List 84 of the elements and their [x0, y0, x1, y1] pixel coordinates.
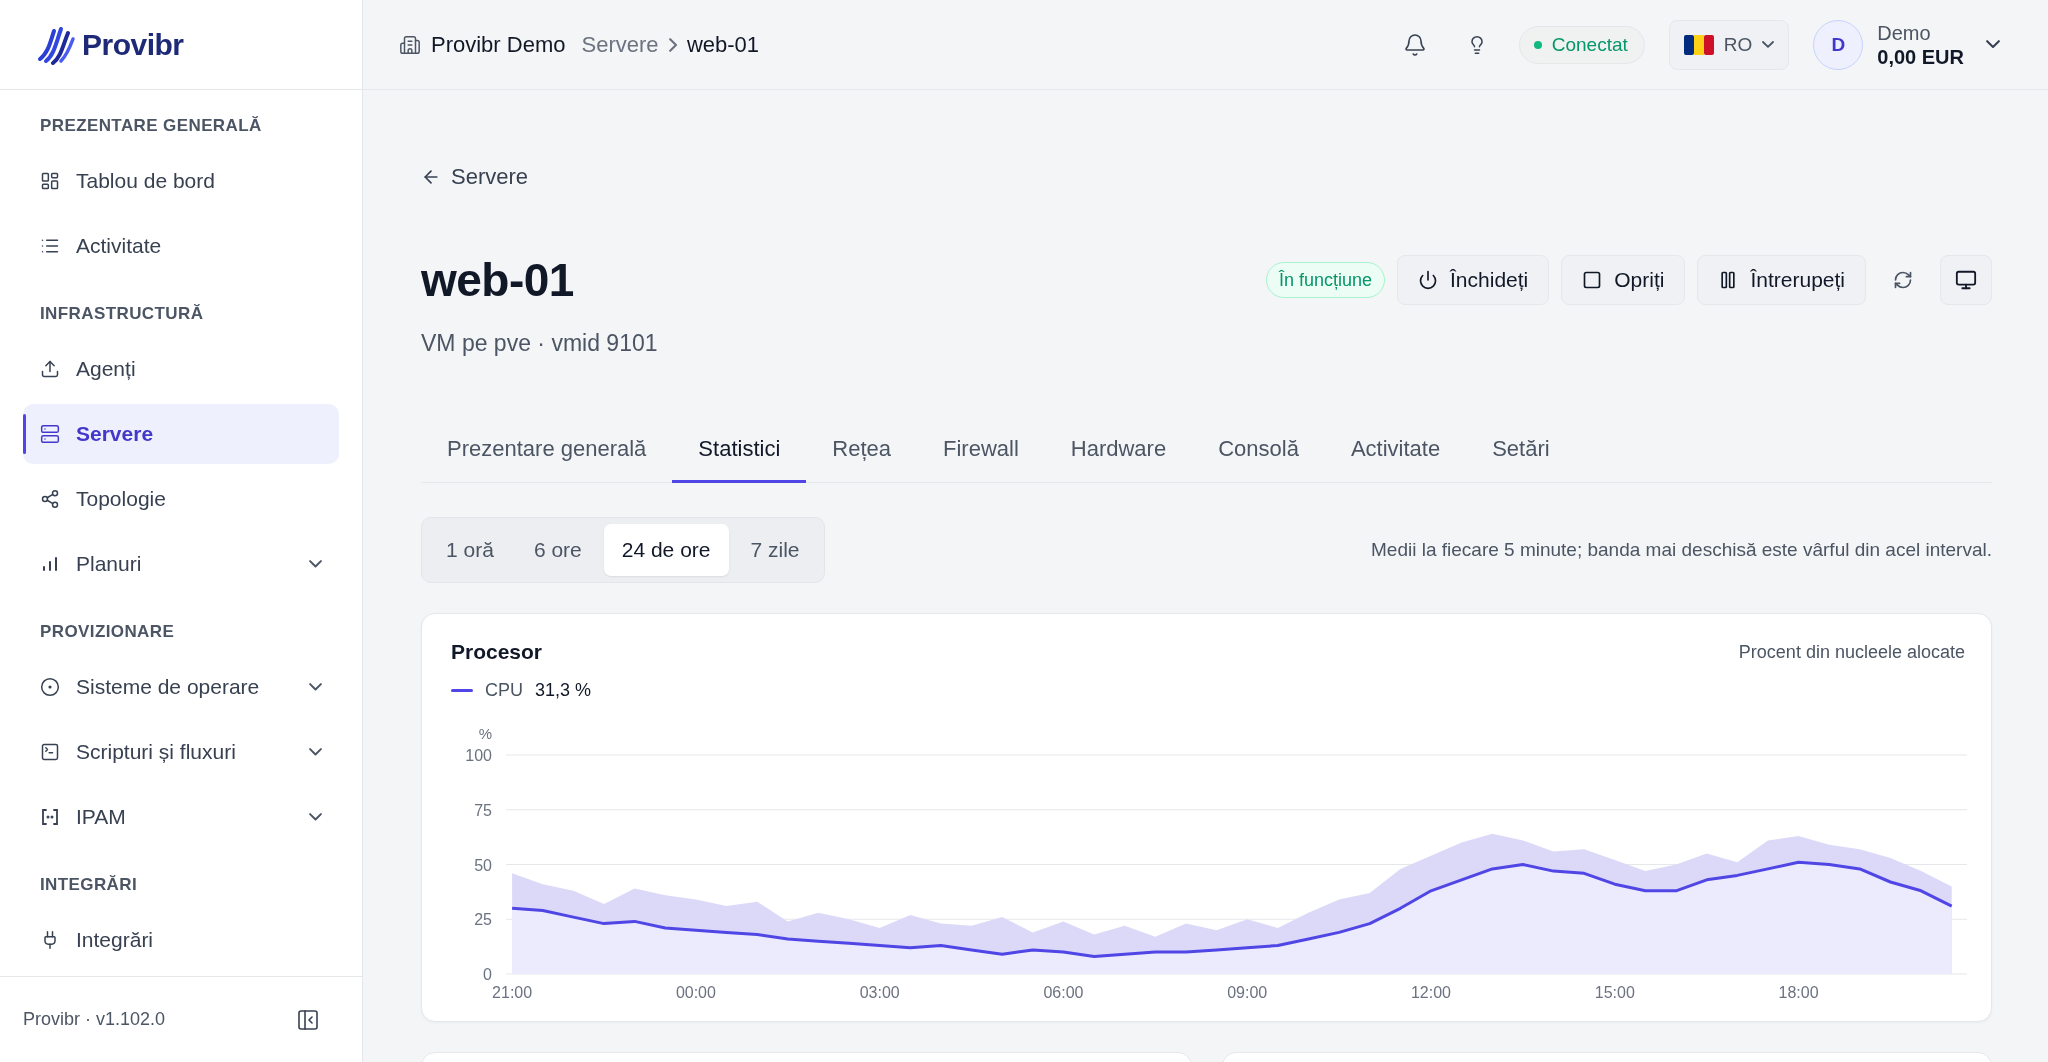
version-text: Provibr · v1.102.0 — [23, 1009, 166, 1030]
nav-item[interactable]: Integrări — [23, 910, 339, 970]
range-option[interactable]: 6 ore — [515, 524, 600, 576]
legend-value: 31,3 % — [535, 680, 592, 701]
y-tick-label: 75 — [474, 801, 492, 819]
back-link[interactable]: Servere — [421, 164, 529, 190]
nodes-icon — [40, 489, 60, 509]
section-heading: PREZENTARE GENERALĂ — [39, 115, 263, 137]
brackets-icon — [40, 807, 60, 827]
tab[interactable]: Setări — [1466, 417, 1576, 483]
nav-item[interactable]: Tablou de bord — [23, 151, 339, 211]
nav-item[interactable]: Agenți — [23, 339, 339, 399]
language-selector[interactable]: RO — [1668, 19, 1790, 70]
breadcrumb-item: web-01 — [686, 31, 760, 58]
breadcrumb-item[interactable]: Servere — [581, 31, 659, 58]
console-button[interactable] — [1940, 255, 1992, 305]
flag-icon — [1683, 34, 1714, 55]
section-heading: INFRASTRUCTURĂ — [39, 303, 205, 325]
action-button[interactable]: Opriți — [1561, 255, 1686, 305]
dashboard-icon — [40, 171, 60, 191]
chevron-down-icon — [1762, 40, 1775, 49]
power-icon — [1418, 270, 1439, 290]
status-badge: În funcțiune — [1265, 262, 1386, 298]
tab[interactable]: Activitate — [1324, 417, 1467, 483]
nav-item[interactable]: Scripturi și fluxuri — [23, 722, 339, 782]
square-icon — [1582, 270, 1603, 290]
x-tick-label: 06:00 — [1043, 984, 1084, 1001]
y-tick-label: 100 — [465, 747, 492, 764]
server-icon — [40, 424, 60, 444]
range-note: Medii la fiecare 5 minute; banda mai deschisă este vârful din acel interval. — [1371, 539, 1992, 561]
tab[interactable]: Firewall — [917, 417, 1045, 483]
logo-text: Provibr — [82, 27, 184, 62]
connection-status: Conectat — [1518, 25, 1645, 64]
page-subtitle: VM pe pve · vmid 9101 — [421, 330, 659, 357]
x-tick-label: 00:00 — [675, 984, 716, 1001]
x-tick-label: 12:00 — [1410, 984, 1451, 1001]
legend-label: CPU — [485, 680, 523, 701]
nav-item[interactable]: Sisteme de operare — [23, 657, 339, 717]
card-title: Procesor — [451, 640, 543, 664]
tab[interactable]: Statistici — [672, 417, 807, 483]
chevron-down-icon — [1986, 40, 2000, 49]
section-heading: INTEGRĂRI — [39, 874, 139, 896]
user-name: Demo — [1877, 20, 1932, 45]
nav-item[interactable]: Activitate — [23, 216, 339, 276]
bar-chart-icon — [40, 554, 60, 574]
nav-item[interactable]: IPAM — [23, 787, 339, 847]
action-button[interactable]: Închideți — [1397, 255, 1550, 305]
section-heading: PROVIZIONARE — [39, 621, 176, 643]
card-subtitle: Procent din nucleele alocate — [1738, 641, 1965, 663]
action-button[interactable]: Întrerupeți — [1697, 255, 1866, 305]
nav-item[interactable]: Servere — [23, 404, 339, 464]
x-tick-label: 21:00 — [492, 984, 533, 1001]
range-option[interactable]: 7 zile — [732, 524, 818, 576]
legend-swatch — [451, 689, 473, 692]
axis-unit: % — [478, 725, 492, 742]
bell-icon — [1402, 32, 1427, 57]
tab[interactable]: Hardware — [1044, 417, 1193, 483]
terminal-icon — [40, 742, 60, 762]
monitor-icon — [1955, 269, 1977, 291]
nav-item[interactable]: Planuri — [23, 534, 339, 594]
organization-name: Provibr Demo — [431, 31, 566, 58]
x-tick-label: 15:00 — [1594, 984, 1635, 1001]
page-title: web-01 — [421, 253, 574, 307]
user-avatar[interactable]: D — [1813, 19, 1864, 70]
collapse-icon — [296, 1007, 320, 1032]
y-tick-label: 25 — [474, 911, 492, 929]
nav-item[interactable]: Topologie — [23, 469, 339, 529]
x-tick-label: 18:00 — [1778, 984, 1819, 1001]
building-icon — [399, 33, 421, 56]
tab[interactable]: Prezentare generală — [421, 417, 673, 483]
list-icon — [40, 236, 60, 256]
upload-icon — [40, 359, 60, 379]
x-tick-label: 03:00 — [859, 984, 900, 1001]
target-icon — [40, 677, 60, 697]
range-option[interactable]: 24 de ore — [603, 524, 729, 576]
chevron-right-icon — [668, 37, 677, 52]
range-option[interactable]: 1 oră — [428, 524, 512, 576]
tab[interactable]: Rețea — [806, 417, 917, 483]
x-tick-label: 09:00 — [1227, 984, 1268, 1001]
y-tick-label: 50 — [474, 856, 492, 874]
y-tick-label: 0 — [483, 966, 492, 983]
tab[interactable]: Consolă — [1192, 417, 1325, 483]
account-balance: 0,00 EUR — [1877, 44, 1964, 69]
refresh-icon — [1893, 270, 1913, 290]
